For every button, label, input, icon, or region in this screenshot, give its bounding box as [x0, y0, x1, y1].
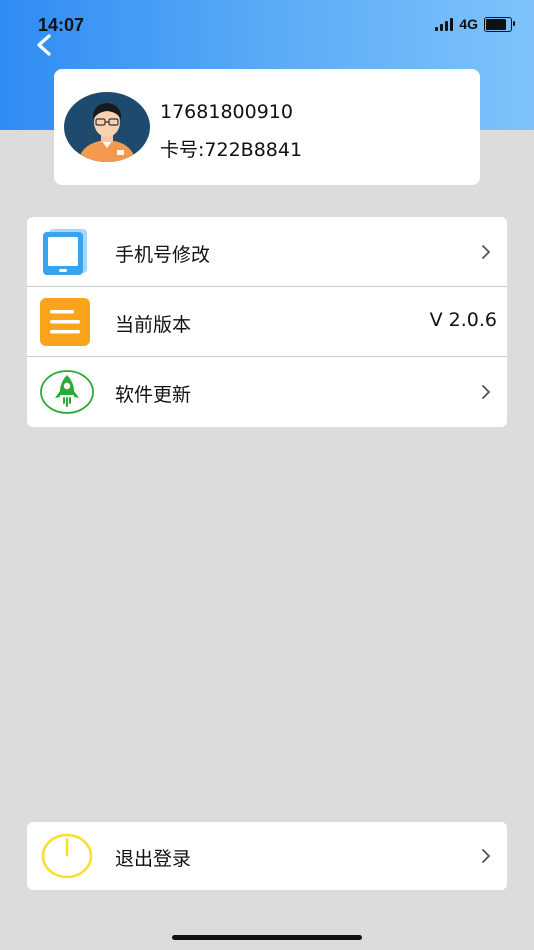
profile-card[interactable]: 17681800910 卡号:722B8841: [54, 69, 480, 185]
settings-menu: 手机号修改 当前版本 V 2.0.6 软件更新: [27, 217, 507, 427]
network-type: 4G: [459, 16, 478, 32]
chevron-right-icon: [482, 849, 490, 863]
home-indicator[interactable]: [172, 935, 362, 940]
logout-label: 退出登录: [115, 848, 192, 870]
battery-fill: [486, 18, 507, 30]
menu-item-software-update[interactable]: 软件更新: [27, 357, 507, 427]
menu-item-label: 当前版本: [115, 314, 192, 336]
logout-button[interactable]: 退出登录: [27, 822, 507, 890]
menu-item-label: 软件更新: [115, 384, 192, 406]
phone-number: 17681800910: [160, 101, 293, 123]
document-lines-icon: [39, 297, 91, 347]
back-button[interactable]: [30, 30, 60, 60]
tablet-icon: [39, 227, 91, 277]
user-avatar-icon: [64, 92, 150, 162]
battery-icon: [484, 16, 515, 32]
chevron-right-icon: [482, 245, 490, 259]
status-bar: 14:07 4G: [0, 0, 534, 52]
menu-item-label: 手机号修改: [115, 244, 211, 266]
avatar: [64, 92, 150, 162]
menu-item-change-phone[interactable]: 手机号修改: [27, 217, 507, 287]
chevron-right-icon: [482, 385, 490, 399]
card-number: 卡号:722B8841: [160, 139, 303, 161]
status-indicators: 4G: [435, 16, 515, 32]
chevron-left-icon: [37, 34, 51, 56]
signal-icon: [435, 17, 454, 31]
version-value: V 2.0.6: [429, 309, 497, 331]
power-icon: [39, 831, 95, 881]
menu-item-current-version[interactable]: 当前版本 V 2.0.6: [27, 287, 507, 357]
rocket-icon: [39, 367, 94, 417]
